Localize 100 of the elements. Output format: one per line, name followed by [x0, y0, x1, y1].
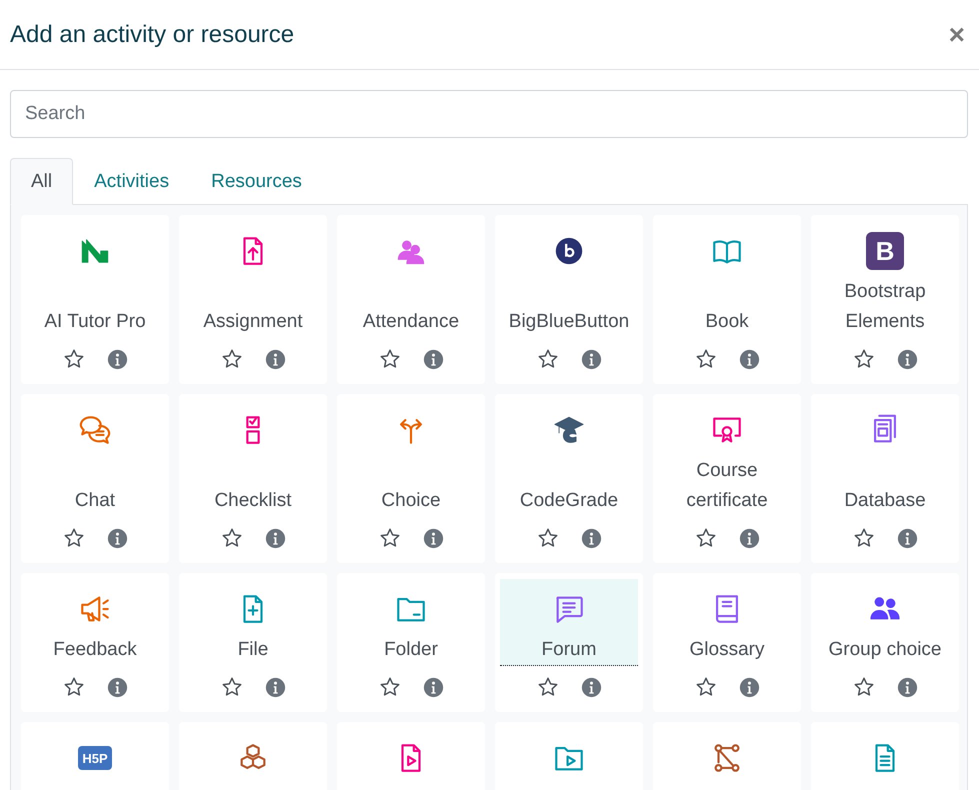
activity-name: Group choice	[828, 638, 942, 662]
activity-card[interactable]: Feedback	[21, 573, 169, 712]
info-icon[interactable]	[580, 348, 602, 370]
dialog-title: Add an activity or resource	[10, 20, 294, 48]
activity-option[interactable]: Forum	[500, 579, 638, 666]
activity-name: Book	[705, 310, 749, 334]
activity-option[interactable]: Choice	[342, 400, 480, 517]
activity-card[interactable]: CodeGrade	[495, 394, 643, 563]
tab[interactable]: Resources	[190, 158, 323, 205]
activity-card[interactable]: Database	[811, 394, 959, 563]
star-icon[interactable]	[852, 527, 874, 549]
activity-card[interactable]	[179, 722, 327, 790]
activity-name: Forum	[542, 638, 596, 662]
star-icon[interactable]	[694, 348, 716, 370]
star-icon[interactable]	[220, 527, 242, 549]
activity-card[interactable]: Assignment	[179, 215, 327, 384]
tab[interactable]: Activities	[73, 158, 190, 205]
info-icon[interactable]	[738, 676, 760, 698]
activity-name: Glossary	[690, 638, 764, 662]
activity-name: Assignment	[203, 310, 303, 334]
star-icon[interactable]	[62, 348, 84, 370]
activity-card[interactable]: Attendance	[337, 215, 485, 384]
activity-name: Feedback	[53, 638, 137, 662]
activity-card[interactable]: Book	[653, 215, 801, 384]
activity-option[interactable]: CodeGrade	[500, 400, 638, 517]
info-icon[interactable]	[106, 676, 128, 698]
star-icon[interactable]	[62, 676, 84, 698]
activity-option[interactable]: AI Tutor Pro	[26, 221, 164, 338]
search-field[interactable]: Search	[10, 90, 968, 138]
activity-card[interactable]: Forum	[495, 573, 643, 712]
activity-option[interactable]: Group choice	[816, 579, 954, 666]
activity-card[interactable]: Glossary	[653, 573, 801, 712]
star-icon[interactable]	[378, 676, 400, 698]
info-icon[interactable]	[580, 676, 602, 698]
info-icon[interactable]	[422, 528, 444, 548]
activity-name: Chat	[74, 489, 116, 513]
activity-card[interactable]	[811, 722, 959, 790]
activity-option[interactable]: Assignment	[184, 221, 322, 338]
activity-card[interactable]: BigBlueButton	[495, 215, 643, 384]
star-icon[interactable]	[378, 348, 400, 370]
activity-card[interactable]: Course certificate	[653, 394, 801, 563]
info-icon[interactable]	[738, 348, 760, 370]
activity-card[interactable]: Choice	[337, 394, 485, 563]
star-icon[interactable]	[378, 527, 400, 549]
star-icon[interactable]	[694, 527, 716, 549]
activity-card[interactable]: File	[179, 573, 327, 712]
activity-option[interactable]: Feedback	[26, 579, 164, 666]
activity-option[interactable]: Course certificate	[658, 400, 796, 517]
activity-name: Database	[844, 489, 926, 513]
activity-option[interactable]: Attendance	[342, 221, 480, 338]
star-icon[interactable]	[536, 527, 558, 549]
activity-option[interactable]: File	[184, 579, 322, 666]
star-icon[interactable]	[852, 676, 874, 698]
activity-card[interactable]: B Bootstrap Elements	[811, 215, 959, 384]
info-icon[interactable]	[580, 528, 602, 548]
activity-card[interactable]: AI Tutor Pro	[21, 215, 169, 384]
star-icon[interactable]	[852, 348, 874, 370]
info-icon[interactable]	[264, 528, 286, 548]
info-icon[interactable]	[896, 348, 918, 370]
activity-card[interactable]: Group choice	[811, 573, 959, 712]
activity-name: Folder	[384, 638, 438, 662]
info-icon[interactable]	[422, 676, 444, 698]
info-icon[interactable]	[422, 348, 444, 370]
activity-option[interactable]: Glossary	[658, 579, 796, 666]
activity-card[interactable]	[653, 722, 801, 790]
activity-card[interactable]	[337, 722, 485, 790]
close-button[interactable]: ×	[948, 20, 965, 48]
activity-option[interactable]: Chat	[26, 400, 164, 517]
activity-card[interactable]: H5P	[21, 722, 169, 790]
activity-card[interactable]: Checklist	[179, 394, 327, 563]
info-icon[interactable]	[106, 528, 128, 548]
logo-icon: H5P	[78, 746, 112, 770]
activity-option[interactable]: Folder	[342, 579, 480, 666]
activity-option[interactable]: Database	[816, 400, 954, 517]
activity-name: Choice	[381, 489, 441, 513]
info-icon[interactable]	[264, 676, 286, 698]
activity-name: Course certificate	[685, 459, 769, 513]
activity-option[interactable]: BigBlueButton	[500, 221, 638, 338]
activity-option[interactable]: Book	[658, 221, 796, 338]
star-icon[interactable]	[536, 676, 558, 698]
activity-card[interactable]	[495, 722, 643, 790]
info-icon[interactable]	[264, 348, 286, 370]
activity-option[interactable]: Checklist	[184, 400, 322, 517]
star-icon[interactable]	[220, 348, 242, 370]
info-icon[interactable]	[738, 528, 760, 548]
star-icon[interactable]	[220, 676, 242, 698]
activity-name: AI Tutor Pro	[44, 310, 146, 334]
info-icon[interactable]	[896, 528, 918, 548]
star-icon[interactable]	[694, 676, 716, 698]
activity-card[interactable]: Folder	[337, 573, 485, 712]
activity-option[interactable]: B Bootstrap Elements	[816, 221, 954, 338]
info-icon[interactable]	[896, 676, 918, 698]
tab[interactable]: All	[10, 158, 74, 205]
activity-name: Attendance	[362, 310, 460, 334]
info-icon[interactable]	[106, 348, 128, 370]
star-icon[interactable]	[536, 348, 558, 370]
activity-option[interactable]: H5P	[26, 728, 164, 785]
activity-card[interactable]: Chat	[21, 394, 169, 563]
activity-name: Checklist	[214, 489, 292, 513]
star-icon[interactable]	[62, 527, 84, 549]
